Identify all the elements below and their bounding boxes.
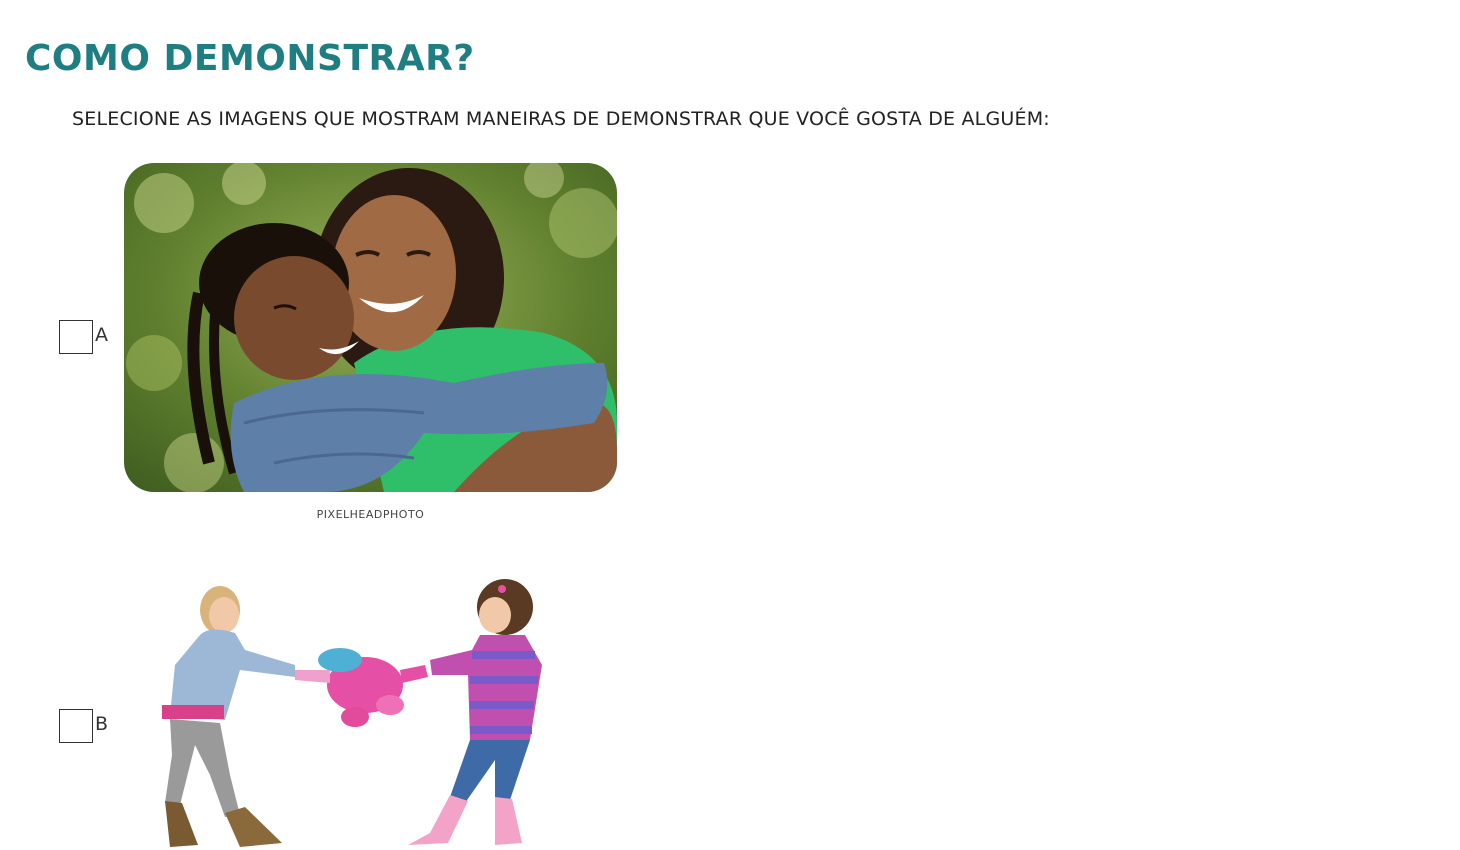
option-b-tug-of-war-photo[interactable] — [150, 575, 560, 850]
option-a-hug-photo[interactable] — [124, 163, 617, 492]
page-title: COMO DEMONSTRAR? — [25, 38, 475, 79]
option-b-letter: B — [95, 713, 109, 735]
option-a-letter: A — [95, 324, 108, 346]
hug-photo-illustration — [124, 163, 617, 492]
activity-page: COMO DEMONSTRAR? SELECIONE AS IMAGENS QU… — [0, 0, 1460, 850]
image-credit: PIXELHEADPHOTO — [316, 508, 425, 521]
tug-of-war-illustration — [162, 579, 542, 847]
option-b-checkbox[interactable] — [59, 709, 93, 743]
option-a-checkbox[interactable] — [59, 320, 93, 354]
instruction-text: SELECIONE AS IMAGENS QUE MOSTRAM MANEIRA… — [72, 108, 1050, 130]
